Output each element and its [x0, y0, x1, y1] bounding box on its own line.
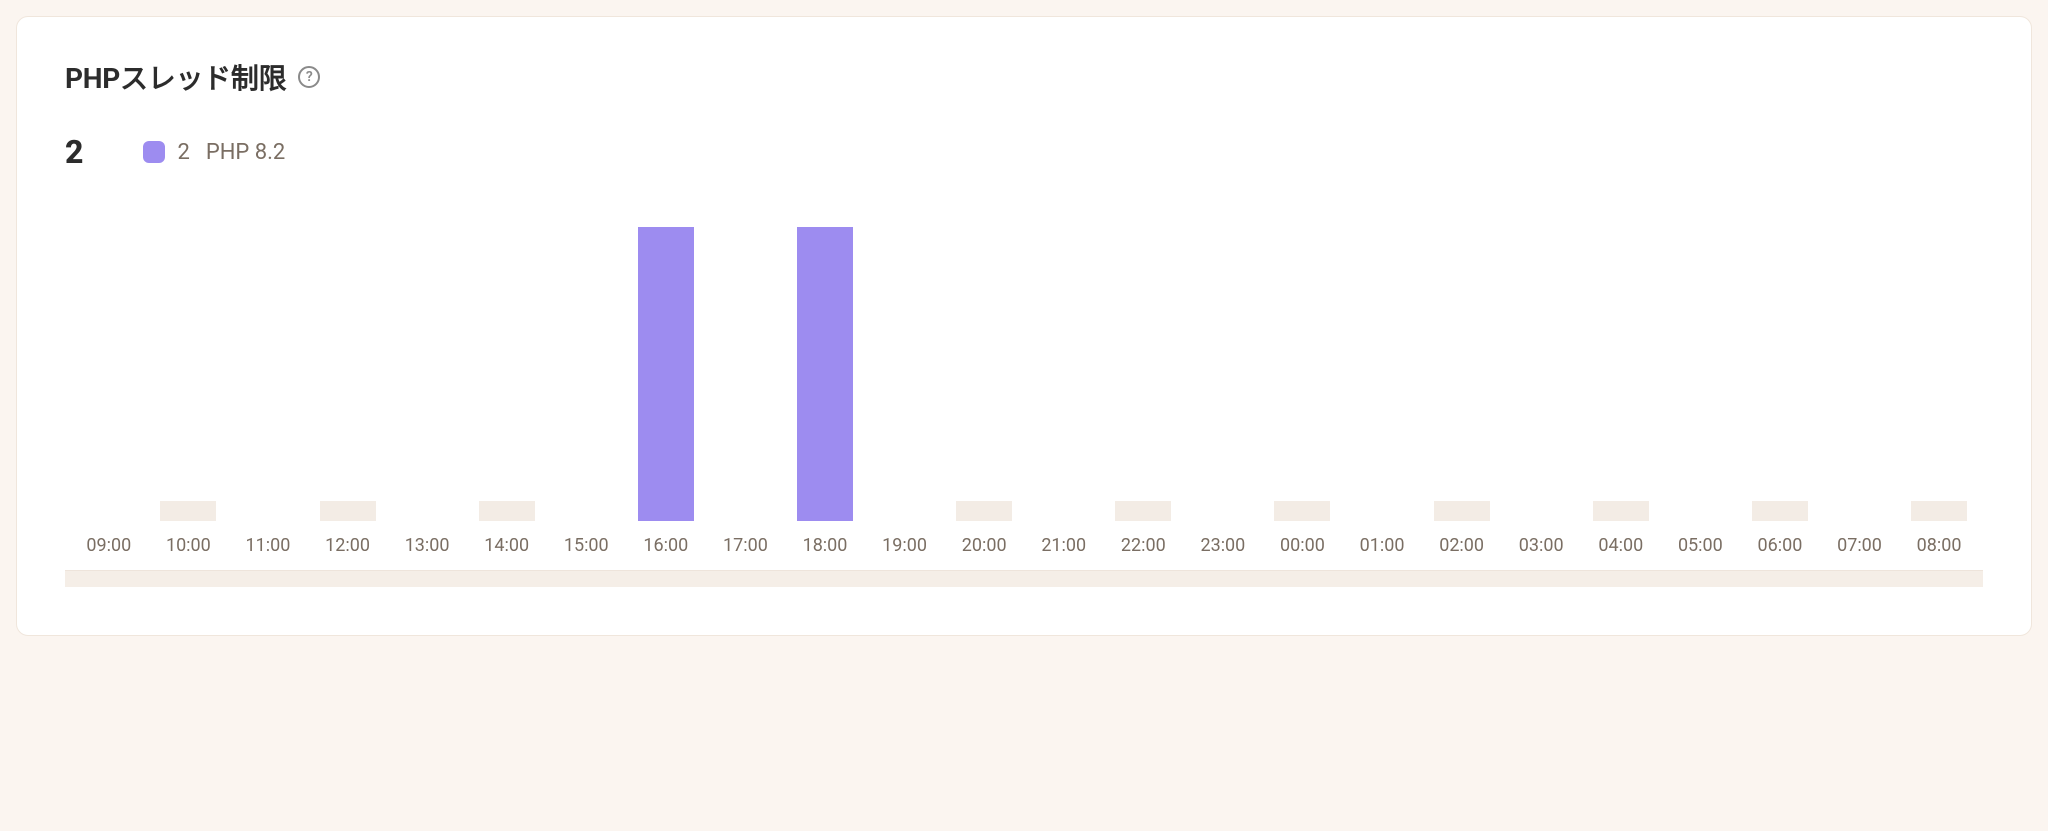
- legend-swatch: [143, 141, 165, 163]
- bar[interactable]: [638, 227, 694, 521]
- x-tick-label: 14:00: [467, 527, 547, 570]
- x-tick-label: 05:00: [1661, 527, 1741, 570]
- x-tick-label: 16:00: [626, 527, 706, 570]
- x-tick-label: 15:00: [546, 527, 626, 570]
- x-tick-label: 04:00: [1581, 527, 1661, 570]
- x-tick-label: 02:00: [1422, 527, 1502, 570]
- bar-slot: [1024, 227, 1104, 521]
- bar-placeholder: [479, 501, 535, 521]
- bar-slot: [1820, 227, 1900, 521]
- bar-slot: [1342, 227, 1422, 521]
- bar-placeholder: [1752, 501, 1808, 521]
- x-tick-label: 18:00: [785, 527, 865, 570]
- x-tick-label: 19:00: [865, 527, 945, 570]
- help-icon[interactable]: ?: [298, 66, 320, 88]
- x-tick-label: 17:00: [706, 527, 786, 570]
- time-slider-track[interactable]: [65, 571, 1983, 587]
- bar-slot: [1104, 227, 1184, 521]
- x-tick-label: 12:00: [308, 527, 388, 570]
- x-tick-label: 09:00: [69, 527, 149, 570]
- x-tick-label: 21:00: [1024, 527, 1104, 570]
- bar-slot: [1501, 227, 1581, 521]
- x-tick-label: 08:00: [1899, 527, 1979, 570]
- bar-slot: [706, 227, 786, 521]
- x-tick-label: 06:00: [1740, 527, 1820, 570]
- bar[interactable]: [797, 227, 853, 521]
- x-tick-label: 01:00: [1342, 527, 1422, 570]
- bar-slot: [308, 227, 388, 521]
- x-tick-label: 23:00: [1183, 527, 1263, 570]
- summary-row: 2 2 PHP 8.2: [65, 133, 1983, 171]
- bar-placeholder: [1911, 501, 1967, 521]
- bar-placeholder: [160, 501, 216, 521]
- bar-slot: [1263, 227, 1343, 521]
- legend-label: PHP 8.2: [206, 140, 285, 165]
- x-tick-label: 03:00: [1501, 527, 1581, 570]
- bar-slot: [626, 227, 706, 521]
- bar-slot: [1422, 227, 1502, 521]
- bar-slot: [467, 227, 547, 521]
- bars-row: [65, 227, 1983, 521]
- bar-placeholder: [320, 501, 376, 521]
- bar-placeholder: [1115, 501, 1171, 521]
- chart-title: PHPスレッド制限: [65, 57, 286, 97]
- bar-slot: [944, 227, 1024, 521]
- bar-placeholder: [1274, 501, 1330, 521]
- bar-slot: [1740, 227, 1820, 521]
- x-tick-label: 22:00: [1104, 527, 1184, 570]
- bar-slot: [1183, 227, 1263, 521]
- bar-slot: [1899, 227, 1979, 521]
- bar-slot: [228, 227, 308, 521]
- bar-slot: [1581, 227, 1661, 521]
- card-header: PHPスレッド制限 ?: [65, 57, 1983, 97]
- x-tick-label: 00:00: [1263, 527, 1343, 570]
- bar-slot: [149, 227, 229, 521]
- bar-placeholder: [1593, 501, 1649, 521]
- bar-slot: [1661, 227, 1741, 521]
- bar-slot: [387, 227, 467, 521]
- x-axis-labels: 09:0010:0011:0012:0013:0014:0015:0016:00…: [65, 521, 1983, 571]
- bar-placeholder: [1434, 501, 1490, 521]
- chart-card: PHPスレッド制限 ? 2 2 PHP 8.2 09:0010:0011:001…: [16, 16, 2032, 636]
- legend: 2 PHP 8.2: [143, 140, 285, 165]
- chart-area: 09:0010:0011:0012:0013:0014:0015:0016:00…: [65, 227, 1983, 587]
- x-tick-label: 07:00: [1820, 527, 1900, 570]
- legend-value: 2: [177, 140, 189, 165]
- bar-slot: [785, 227, 865, 521]
- x-tick-label: 10:00: [149, 527, 229, 570]
- x-tick-label: 13:00: [387, 527, 467, 570]
- summary-total: 2: [65, 133, 83, 171]
- bar-slot: [546, 227, 626, 521]
- x-tick-label: 11:00: [228, 527, 308, 570]
- bar-placeholder: [956, 501, 1012, 521]
- bar-slot: [865, 227, 945, 521]
- x-tick-label: 20:00: [944, 527, 1024, 570]
- bar-slot: [69, 227, 149, 521]
